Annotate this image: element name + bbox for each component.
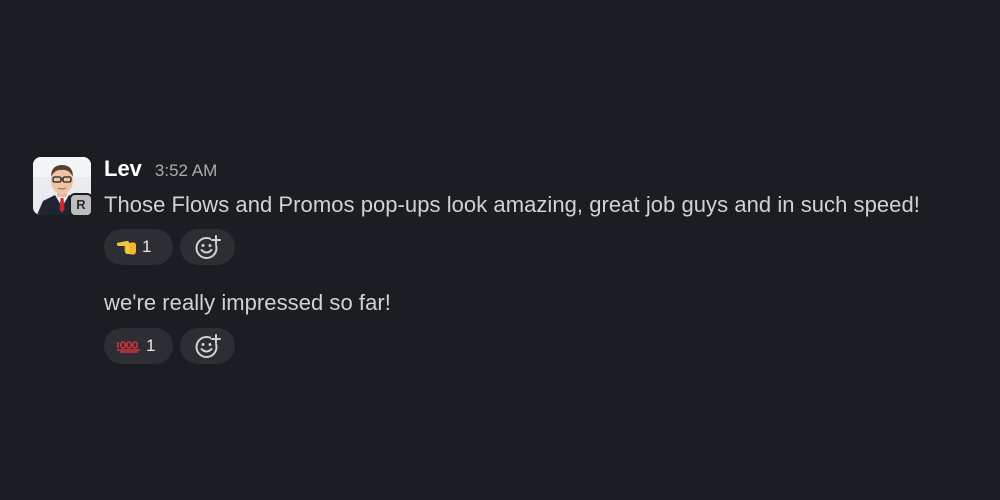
add-reaction-button[interactable] [180,328,235,364]
reaction-count: 1 [146,336,156,355]
add-reaction-icon [195,334,221,358]
reaction-pill[interactable]: 1 [104,229,173,265]
avatar-status-badge: R [69,193,93,217]
reaction-pill[interactable]: 1 [104,328,173,364]
reaction-bar: 1 [104,328,235,364]
reaction-bar: 1 [104,229,235,265]
reaction-count: 1 [142,237,152,256]
message-header: Lev 3:52 AM [104,156,217,186]
avatar-container[interactable]: R [33,157,93,217]
message-timestamp[interactable]: 3:52 AM [155,161,217,181]
message-text: Those Flows and Promos pop-ups look amaz… [104,192,920,217]
author-name[interactable]: Lev [104,156,142,182]
1000-emoji-icon [117,341,140,353]
add-reaction-button[interactable] [180,229,235,265]
message-text: we're really impressed so far! [104,290,391,315]
backhand-index-pointing-left-icon [116,240,136,255]
add-reaction-icon [195,235,221,259]
message-group: R Lev 3:52 AM Those Flows and Promos pop… [0,0,1000,500]
